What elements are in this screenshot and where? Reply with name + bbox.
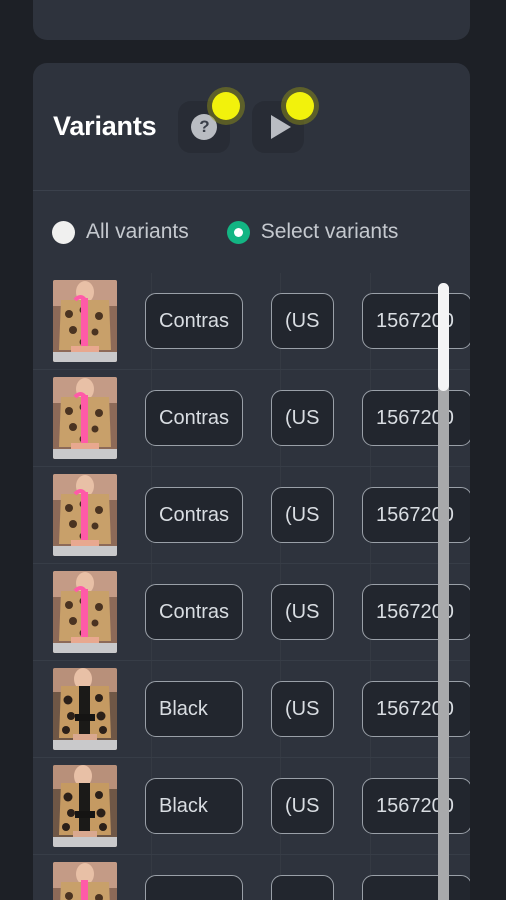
variant-size-cell: (US [271, 778, 334, 834]
table-row[interactable]: Contras (US 1567200 [33, 273, 470, 370]
variant-thumbnail [53, 862, 117, 900]
page-title: Variants [53, 111, 157, 141]
variant-size-cell: (US [271, 584, 334, 640]
variant-thumbnail [53, 765, 117, 847]
variant-sku-cell: 1567200 [362, 681, 470, 737]
variants-card: Variants ? All variants Select variants … [33, 63, 470, 900]
radio-select-variants[interactable]: Select variants [226, 220, 399, 244]
thumbnail-strip [53, 449, 117, 459]
play-triangle-icon [270, 114, 291, 139]
variant-sku-input[interactable]: 1567200 [362, 293, 470, 349]
variant-size-input[interactable]: (US [271, 681, 334, 737]
variant-sku-input[interactable]: 1567200 [362, 778, 470, 834]
variant-color-input[interactable] [145, 875, 243, 900]
help-button-wrap: ? [178, 91, 241, 153]
variant-size-input[interactable]: (US [271, 778, 334, 834]
help-notification-badge [212, 91, 241, 120]
radio-all-variants[interactable]: All variants [52, 220, 189, 244]
thumbnail-strip [53, 352, 117, 362]
variant-sku-input[interactable]: 1567200 [362, 681, 470, 737]
variant-scope-radio-group: All variants Select variants [33, 191, 470, 273]
variant-sku-input[interactable]: 1567200 [362, 390, 470, 446]
variant-thumbnail [53, 571, 117, 653]
variant-sku-cell [362, 875, 470, 900]
table-row[interactable] [33, 855, 470, 900]
variant-sku-input[interactable] [362, 875, 470, 900]
variant-color-cell: Contras [145, 390, 243, 446]
play-button-wrap [252, 91, 315, 153]
variant-sku-cell: 1567200 [362, 390, 470, 446]
variant-size-cell [271, 875, 334, 900]
table-row[interactable]: Contras (US 1567200 [33, 467, 470, 564]
variant-sku-cell: 1567200 [362, 487, 470, 543]
variant-thumbnail [53, 280, 117, 362]
variant-color-input[interactable]: Contras [145, 390, 243, 446]
variant-thumbnail [53, 474, 117, 556]
variant-sku-cell: 1567200 [362, 778, 470, 834]
variant-sku-input[interactable]: 1567200 [362, 584, 470, 640]
variants-card-header: Variants ? [33, 63, 470, 190]
variant-color-cell: Contras [145, 293, 243, 349]
variants-vertical-scrollbar[interactable] [438, 273, 449, 900]
variant-color-cell: Black [145, 681, 243, 737]
thumbnail-strip [53, 837, 117, 847]
table-row[interactable]: Contras (US 1567200 [33, 564, 470, 661]
play-notification-badge [286, 91, 315, 120]
variant-color-cell [145, 875, 243, 900]
variant-size-cell: (US [271, 487, 334, 543]
thumbnail-strip [53, 740, 117, 750]
variant-size-cell: (US [271, 293, 334, 349]
variant-size-cell: (US [271, 390, 334, 446]
variant-color-input[interactable]: Contras [145, 293, 243, 349]
variant-size-cell: (US [271, 681, 334, 737]
variant-size-input[interactable]: (US [271, 487, 334, 543]
variant-thumbnail [53, 668, 117, 750]
variant-thumbnail [53, 377, 117, 459]
variant-sku-cell: 1567200 [362, 584, 470, 640]
table-row[interactable]: Black (US 1567200 [33, 758, 470, 855]
variant-sku-cell: 1567200 [362, 293, 470, 349]
variant-color-cell: Black [145, 778, 243, 834]
variant-sku-input[interactable]: 1567200 [362, 487, 470, 543]
radio-all-variants-label: All variants [86, 220, 189, 243]
previous-card-partial [33, 0, 470, 40]
variant-color-input[interactable]: Black [145, 778, 243, 834]
table-row[interactable]: Contras (US 1567200 [33, 370, 470, 467]
variants-table: Contras (US 1567200 Contras (US 1567200 … [33, 273, 470, 900]
variant-size-input[interactable] [271, 875, 334, 900]
variant-color-cell: Contras [145, 487, 243, 543]
table-row[interactable]: Black (US 1567200 [33, 661, 470, 758]
thumbnail-strip [53, 546, 117, 556]
variant-size-input[interactable]: (US [271, 293, 334, 349]
help-circle-icon: ? [191, 113, 218, 140]
radio-select-variants-label: Select variants [260, 220, 399, 243]
variant-color-input[interactable]: Black [145, 681, 243, 737]
radio-all-variants-indicator [52, 220, 75, 244]
variant-color-input[interactable]: Contras [145, 487, 243, 543]
radio-select-variants-indicator [226, 220, 250, 244]
variant-size-input[interactable]: (US [271, 584, 334, 640]
variant-color-cell: Contras [145, 584, 243, 640]
variant-color-input[interactable]: Contras [145, 584, 243, 640]
variant-size-input[interactable]: (US [271, 390, 334, 446]
scrollbar-thumb[interactable] [438, 283, 449, 391]
app-root: Variants ? All variants Select variants … [0, 0, 506, 900]
thumbnail-strip [53, 643, 117, 653]
